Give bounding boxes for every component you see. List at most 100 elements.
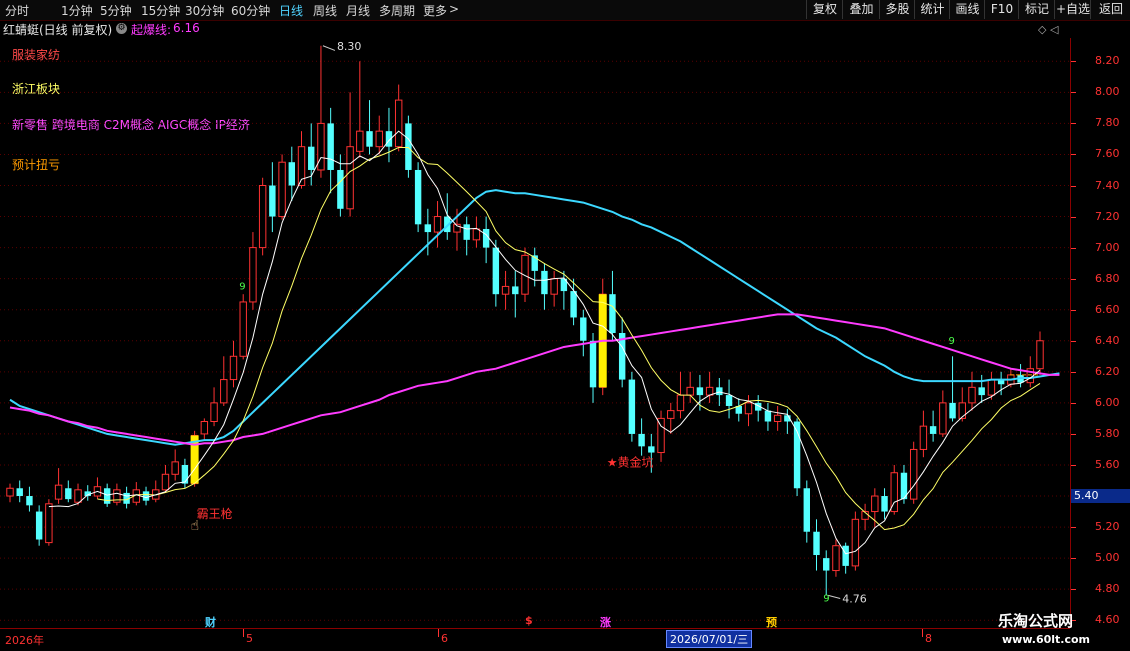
candle-body <box>210 402 218 422</box>
candle-body <box>958 402 966 419</box>
candle-body <box>394 99 403 148</box>
tab-1[interactable]: 1分钟 <box>61 2 93 19</box>
candle-body <box>249 247 257 303</box>
candle-body <box>939 402 947 435</box>
axis-tick <box>1071 433 1076 435</box>
price-axis: 8.20 8.00 7.80 7.60 7.40 7.20 7.00 6.80 6.60 6.40… <box>1070 38 1130 628</box>
indicator-name: 起爆线: <box>131 23 172 37</box>
toolbar-button-2[interactable]: 多股 <box>879 0 915 19</box>
axis-label: 7.60 <box>1095 147 1120 161</box>
candle-body <box>803 488 810 532</box>
candle-body <box>842 545 849 566</box>
candle-body <box>356 130 364 152</box>
candle-body <box>65 488 72 500</box>
candle-body <box>512 286 519 295</box>
candle-body <box>919 425 928 450</box>
candle-body <box>414 169 422 225</box>
candle-body <box>327 123 334 170</box>
candle-body <box>492 247 500 295</box>
date-axis: 2026年 5 6 8 2026/07/01/三 财 $ 涨 预 <box>0 614 1070 651</box>
axis-tick <box>1071 278 1076 280</box>
kline-chart[interactable]: 8.30 4.76 9 9 9 霸王枪 ★黄金坑 ☝ <box>0 38 1070 628</box>
candle-body <box>482 228 490 248</box>
event-marker[interactable]: 涨 <box>600 614 611 630</box>
toolbar-button-0[interactable]: 复权 <box>806 0 843 19</box>
candle-body <box>337 169 344 209</box>
candle-body <box>676 394 685 412</box>
candle-body <box>220 379 228 404</box>
indicator-value: 6.16 <box>173 21 200 35</box>
gear-icon[interactable]: ⚙ <box>116 23 127 34</box>
candle-body <box>978 387 985 396</box>
nine-marker: 9 <box>949 336 955 347</box>
candle-body <box>773 414 782 422</box>
candle-body <box>258 185 267 249</box>
axis-tick <box>1071 309 1076 311</box>
ma20-line <box>9 313 1060 446</box>
candle-body <box>648 446 655 453</box>
candle-body <box>881 496 888 512</box>
toolbar-button-7[interactable]: +自选 <box>1054 0 1091 19</box>
tab-9[interactable]: 多周期 <box>379 2 415 19</box>
candle-body <box>744 402 753 415</box>
axis-tick <box>1071 185 1076 187</box>
candle-body <box>161 473 170 491</box>
tab-8[interactable]: 月线 <box>346 2 370 19</box>
toolbar-button-4[interactable]: 画线 <box>949 0 985 19</box>
candle-body <box>346 146 354 210</box>
event-marker[interactable]: $ <box>525 614 533 627</box>
axis-label: 7.20 <box>1095 209 1120 223</box>
watermark-title: 乐淘公式网 <box>998 612 1074 630</box>
axis-label: 8.20 <box>1095 54 1120 68</box>
tab-3[interactable]: 15分钟 <box>141 2 180 19</box>
toolbar-button-5[interactable]: F10 <box>984 0 1019 19</box>
axis-label: 5.20 <box>1095 520 1120 534</box>
candle-body <box>609 294 616 333</box>
candle-body <box>433 216 442 233</box>
month-tick <box>438 629 439 637</box>
tab-6[interactable]: 日线 <box>279 2 303 19</box>
tab-10[interactable]: 更多 <box>423 2 447 19</box>
candle-body <box>589 340 597 388</box>
candle-body <box>405 123 412 170</box>
candle-body <box>74 489 82 503</box>
tab-0[interactable]: 分时 <box>5 2 29 19</box>
candle-body <box>103 488 111 504</box>
toolbar-button-1[interactable]: 叠加 <box>842 0 880 19</box>
axis-tick <box>1071 123 1076 125</box>
candle-body <box>6 487 14 497</box>
stock-title: 红蜻蜓(日线 前复权) <box>3 23 113 37</box>
toolbar-button-6[interactable]: 标记 <box>1018 0 1055 19</box>
axis-tick <box>1071 589 1076 591</box>
high-label: 8.30 <box>337 40 362 53</box>
axis-label: 4.60 <box>1095 613 1120 627</box>
axis-label: 4.80 <box>1095 582 1120 596</box>
tab-7[interactable]: 周线 <box>313 2 337 19</box>
candle-body <box>463 224 470 240</box>
candle-body <box>725 395 733 406</box>
toolbar-button-8[interactable]: 返回 <box>1090 0 1130 19</box>
axis-label: 6.80 <box>1095 271 1120 285</box>
event-marker[interactable]: 财 <box>205 614 216 630</box>
candle-body <box>501 285 510 295</box>
cursor-date: 2026/07/01/三 <box>666 630 753 648</box>
month-label: 6 <box>441 632 448 645</box>
month-label: 8 <box>925 632 932 645</box>
tab-2[interactable]: 5分钟 <box>100 2 132 19</box>
tab-5[interactable]: 60分钟 <box>231 2 270 19</box>
month-label: 5 <box>246 632 253 645</box>
candle-body <box>871 495 879 513</box>
chart-mini-icons[interactable]: ◇ ◁ <box>1038 23 1058 36</box>
axis-label: 6.60 <box>1095 302 1120 316</box>
event-marker[interactable]: 预 <box>766 614 777 630</box>
candle-body <box>1036 340 1044 370</box>
more-arrow-icon[interactable]: > <box>449 2 459 16</box>
axis-tick <box>1071 402 1076 404</box>
axis-label: 7.80 <box>1095 116 1120 130</box>
signal-label: 霸王枪 <box>197 506 233 521</box>
axis-label: 8.00 <box>1095 85 1120 99</box>
candle-body <box>832 545 840 572</box>
toolbar-button-3[interactable]: 统计 <box>914 0 950 19</box>
tab-4[interactable]: 30分钟 <box>185 2 224 19</box>
candle-body <box>764 410 772 422</box>
